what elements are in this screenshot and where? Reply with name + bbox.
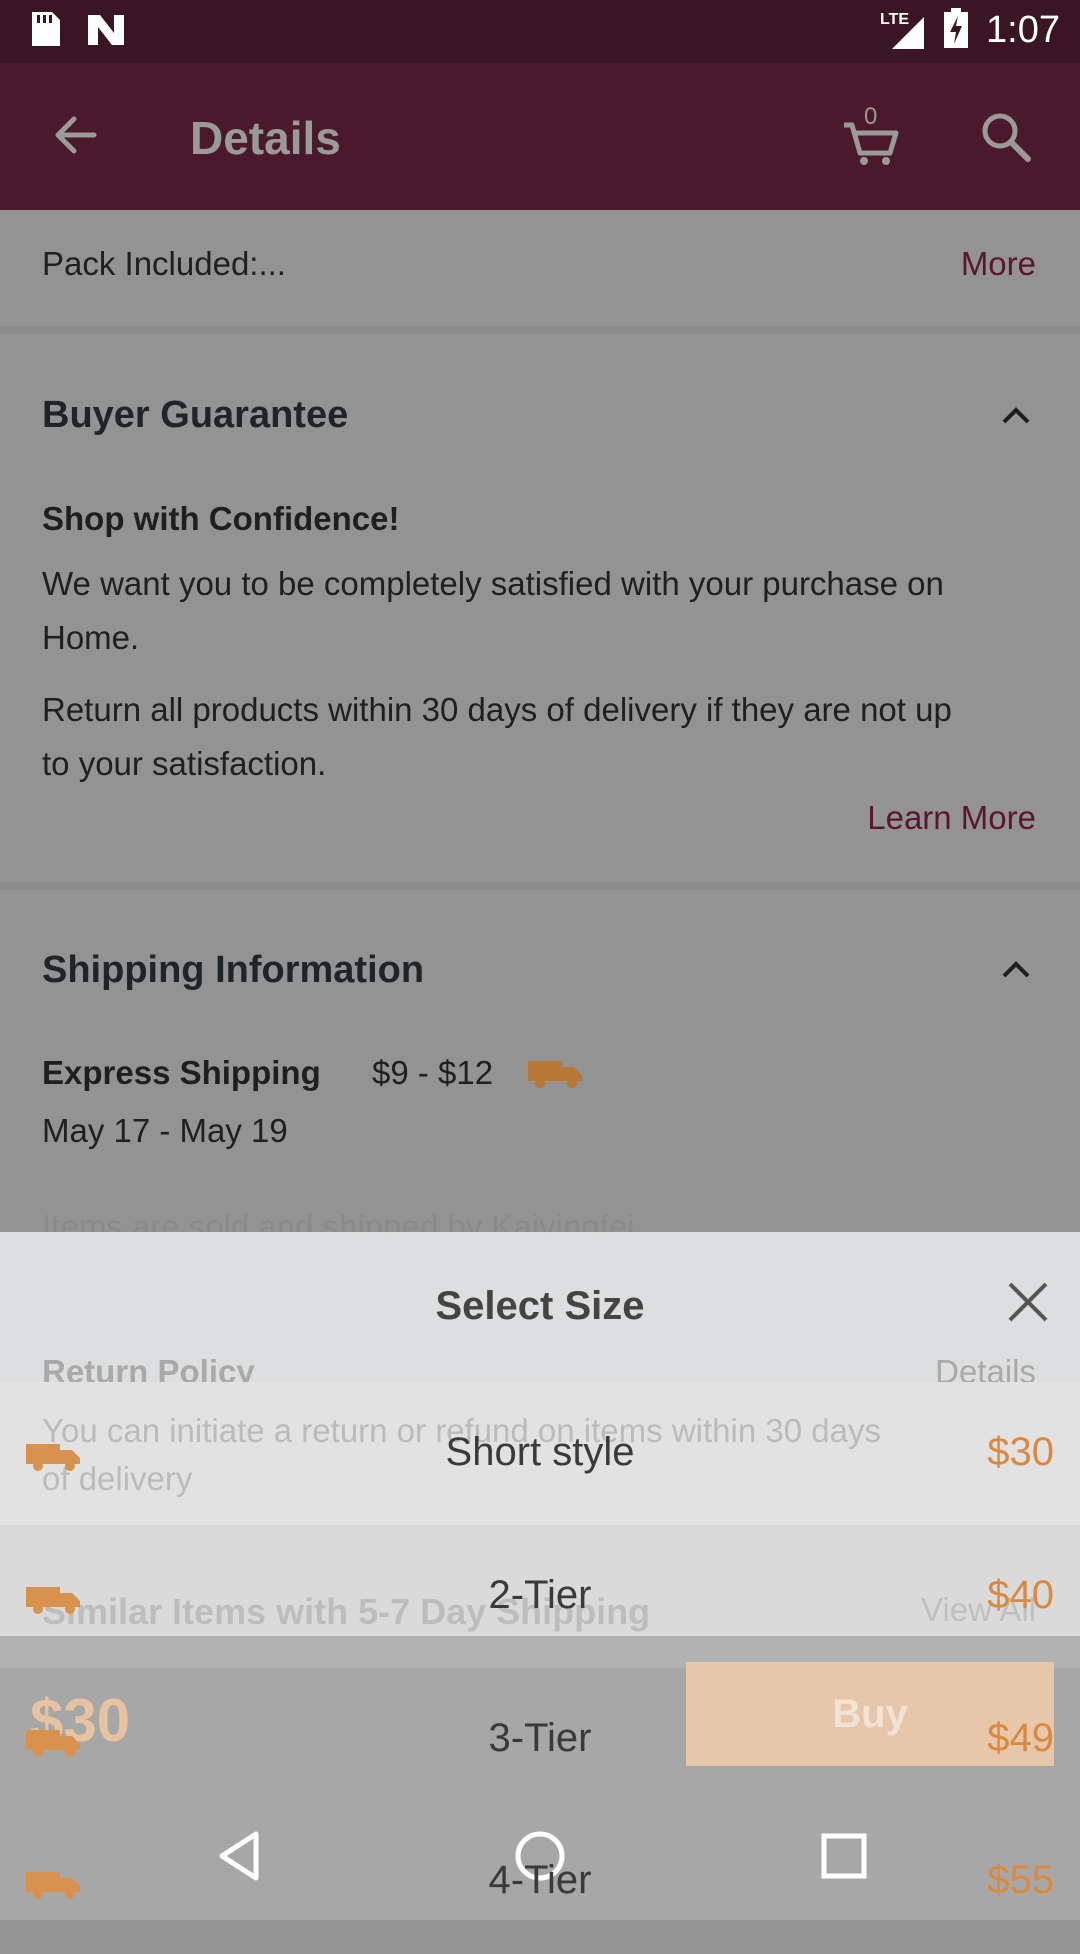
- shipping-dates: May 17 - May 19: [42, 1112, 288, 1149]
- chevron-up-icon: [1002, 961, 1030, 978]
- size-option-price: $49: [987, 1716, 1054, 1760]
- page-title: Details: [190, 112, 341, 164]
- guarantee-text-2a: Return all products within 30 days of de…: [42, 691, 952, 728]
- guarantee-text-1b: Home.: [42, 619, 140, 656]
- sd-card-icon: [28, 12, 60, 53]
- chevron-up-icon: [1002, 407, 1030, 424]
- guarantee-subtitle: Shop with Confidence!: [42, 500, 400, 537]
- system-nav-bar: 4-Tier $55: [0, 1796, 1080, 1920]
- shipping-price: $9 - $12: [372, 1054, 494, 1091]
- learn-more-link[interactable]: Learn More: [867, 791, 1036, 845]
- cart-count-badge: 0: [864, 103, 878, 130]
- search-button[interactable]: [978, 109, 1034, 165]
- shipping-method: Express Shipping: [42, 1054, 321, 1091]
- guarantee-text-2b: to your satisfaction.: [42, 745, 327, 782]
- guarantee-text-1a: We want you to be completely satisfied w…: [42, 565, 944, 602]
- search-icon: [982, 113, 1031, 162]
- truck-icon: [528, 1055, 582, 1094]
- size-option-label: 4-Tier: [488, 1858, 592, 1902]
- status-bar: LTE 1:07: [0, 0, 1080, 63]
- sheet-title: Select Size: [435, 1284, 645, 1328]
- close-sheet-button[interactable]: [1004, 1278, 1052, 1326]
- app-bar: Details 0: [0, 63, 1080, 210]
- lte-signal-icon: LTE: [880, 11, 926, 51]
- pack-more-link[interactable]: More: [961, 237, 1036, 291]
- battery-charging-icon: [944, 8, 969, 53]
- collapse-shipping-button[interactable]: [996, 950, 1036, 995]
- section-divider: [0, 882, 1080, 890]
- size-option-price: $30: [987, 1430, 1054, 1474]
- pack-included-label: Pack Included:...: [42, 245, 286, 282]
- size-option-price: $55: [987, 1858, 1054, 1902]
- size-option-label: Short style: [445, 1430, 635, 1474]
- shipping-info-title: Shipping Information: [42, 949, 425, 991]
- back-button[interactable]: [48, 107, 104, 163]
- size-option-price: $40: [987, 1573, 1054, 1617]
- collapse-guarantee-button[interactable]: [996, 396, 1036, 441]
- size-option-label: 3-Tier: [488, 1716, 592, 1760]
- status-time: 1:07: [986, 9, 1060, 51]
- arrow-left-icon: [55, 116, 97, 154]
- size-option-label: 2-Tier: [488, 1573, 592, 1617]
- section-divider: [0, 326, 1080, 334]
- size-option-row[interactable]: You can initiate a return or refund on i…: [0, 1382, 1080, 1525]
- notification-n-icon: [86, 13, 126, 52]
- close-icon: [1008, 1282, 1048, 1322]
- buyer-guarantee-title: Buyer Guarantee: [42, 394, 349, 436]
- size-option-overlay: 3-Tier $49: [0, 1668, 1080, 1811]
